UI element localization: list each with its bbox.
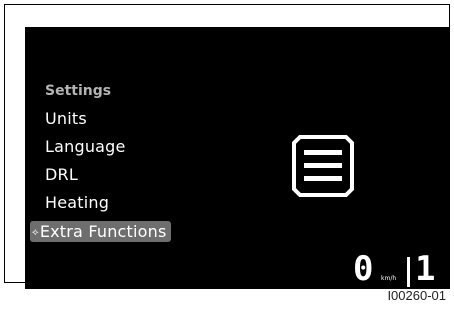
menu-title: Settings	[45, 83, 112, 99]
menu-list-icon	[292, 135, 354, 197]
figure-code: I00260-01	[387, 288, 446, 303]
menu-item-drl[interactable]: DRL	[45, 165, 78, 184]
figure-frame: Settings Units Language DRL Heating ⟡Ext…	[4, 4, 450, 289]
speed-unit: km/h	[381, 275, 397, 282]
menu-item-extra-functions[interactable]: ⟡Extra Functions	[30, 221, 171, 242]
display-screen: Settings Units Language DRL Heating ⟡Ext…	[25, 27, 450, 289]
menu-item-heating[interactable]: Heating	[45, 193, 109, 212]
menu-item-extra-functions-label: Extra Functions	[39, 222, 167, 241]
menu-item-language[interactable]: Language	[45, 137, 126, 156]
menu-item-units[interactable]: Units	[45, 109, 87, 128]
selection-arrow-icon: ⟡	[32, 227, 39, 238]
gear-value: 1	[415, 249, 436, 289]
speed-gear-divider	[407, 257, 410, 287]
speed-value: 0	[353, 249, 374, 289]
speed-gear-display: 0 km/h 1	[353, 249, 450, 289]
